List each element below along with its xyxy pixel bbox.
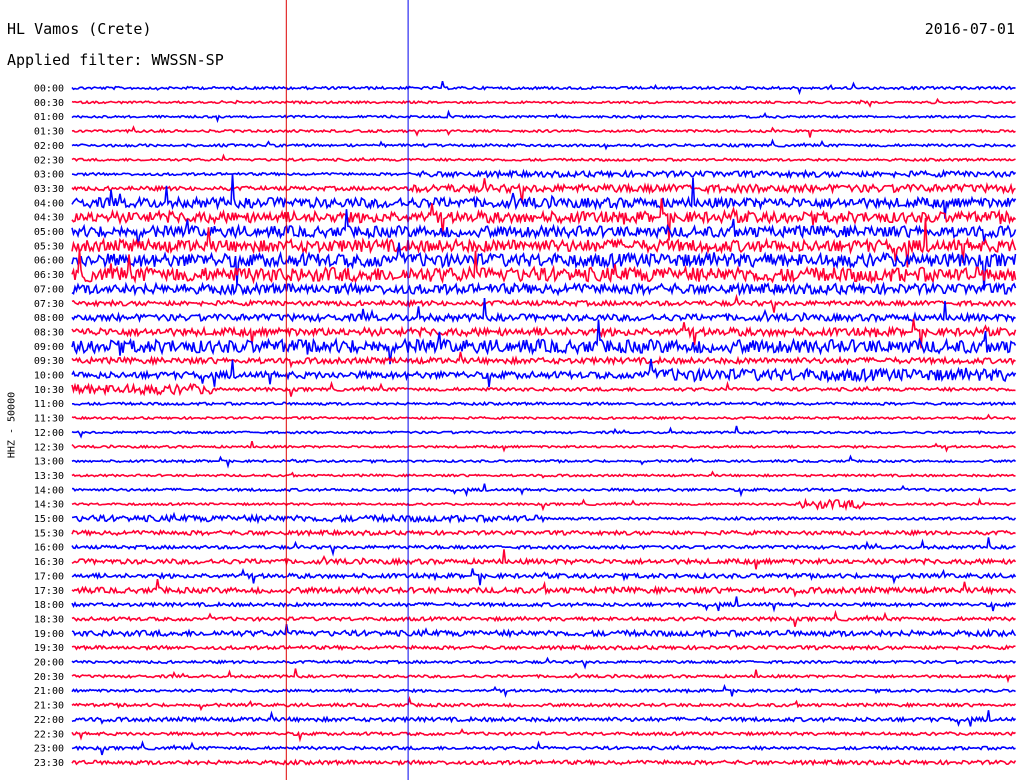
time-tick-label: 01:00 bbox=[34, 112, 64, 123]
time-tick-label: 21:30 bbox=[34, 701, 64, 712]
time-tick-label: 19:00 bbox=[34, 629, 64, 640]
trace-row bbox=[71, 740, 1016, 756]
trace-row bbox=[71, 80, 1016, 96]
trace-row bbox=[71, 710, 1017, 727]
time-tick-label: 03:30 bbox=[34, 184, 64, 195]
time-tick-label: 01:30 bbox=[34, 127, 64, 138]
trace-row bbox=[71, 97, 1016, 108]
trace-row bbox=[71, 358, 1017, 388]
trace-row bbox=[71, 528, 1016, 538]
trace-row bbox=[71, 109, 1016, 124]
filter-label: Applied filter: WWSSN-SP bbox=[7, 51, 224, 69]
trace-row bbox=[71, 623, 1017, 639]
trace-row bbox=[71, 351, 1016, 369]
trace-row bbox=[71, 668, 1016, 684]
trace-row bbox=[71, 567, 1017, 586]
time-tick-label: 05:00 bbox=[34, 227, 64, 238]
time-tick-label: 16:00 bbox=[34, 543, 64, 554]
time-tick-label: 14:00 bbox=[34, 485, 64, 496]
time-tick-label: 19:30 bbox=[34, 643, 64, 654]
trace-row bbox=[72, 400, 1017, 407]
trace-row bbox=[71, 138, 1016, 151]
time-tick-label: 22:00 bbox=[34, 715, 64, 726]
time-tick-label: 16:30 bbox=[34, 557, 64, 568]
trace-row bbox=[71, 578, 1017, 598]
trace-row bbox=[71, 319, 1017, 365]
time-tick-label: 00:00 bbox=[34, 84, 64, 95]
time-tick-label: 08:00 bbox=[34, 313, 64, 324]
station-title: HL Vamos (Crete) bbox=[7, 20, 152, 38]
trace-row bbox=[71, 537, 1016, 557]
trace-row bbox=[71, 454, 1017, 469]
trace-row bbox=[71, 695, 1017, 712]
trace-row bbox=[71, 173, 1017, 219]
trace-row bbox=[71, 656, 1017, 670]
trace-row bbox=[71, 441, 1016, 453]
time-tick-label: 21:00 bbox=[34, 686, 64, 697]
time-tick-label: 03:00 bbox=[34, 170, 64, 181]
time-tick-label: 10:30 bbox=[34, 385, 64, 396]
trace-row bbox=[71, 483, 1016, 498]
trace-row bbox=[71, 470, 1016, 479]
time-tick-label: 15:30 bbox=[34, 528, 64, 539]
helicorder-plot: 00:00 00:30 01:00 01:30 02:00 02:30 03:00 03:30… bbox=[34, 0, 1017, 780]
channel-scale-label: HHZ - 50000 bbox=[6, 391, 18, 459]
time-tick-label: 02:30 bbox=[34, 155, 64, 166]
time-tick-label: 06:00 bbox=[34, 256, 64, 267]
trace-row bbox=[71, 413, 1017, 421]
date-label: 2016-07-01 bbox=[924, 20, 1015, 38]
time-tick-label: 20:30 bbox=[34, 672, 64, 683]
time-tick-label: 04:30 bbox=[34, 213, 64, 224]
trace-row bbox=[71, 125, 1016, 138]
time-tick-label: 02:00 bbox=[34, 141, 64, 152]
time-tick-label: 06:30 bbox=[34, 270, 64, 281]
time-tick-label: 17:00 bbox=[34, 571, 64, 582]
time-tick-label: 23:30 bbox=[34, 758, 64, 769]
trace-row bbox=[71, 727, 1016, 743]
time-tick-label: 04:00 bbox=[34, 198, 64, 209]
trace-group bbox=[71, 80, 1017, 767]
trace-row bbox=[71, 168, 1017, 180]
time-tick-label: 07:00 bbox=[34, 284, 64, 295]
time-tick-label: 09:00 bbox=[34, 342, 64, 353]
time-tick-label: 13:00 bbox=[34, 457, 64, 468]
time-tick-label: 17:30 bbox=[34, 586, 64, 597]
time-tick-label: 20:00 bbox=[34, 658, 64, 669]
trace-row bbox=[71, 549, 1017, 570]
time-tick-label: 11:30 bbox=[34, 414, 64, 425]
trace-row bbox=[71, 497, 1016, 512]
time-tick-label: 23:00 bbox=[34, 744, 64, 755]
trace-row bbox=[71, 281, 1017, 297]
trace-row bbox=[71, 153, 1016, 163]
time-tick-label: 12:00 bbox=[34, 428, 64, 439]
trace-row bbox=[71, 644, 1016, 652]
time-tick-label: 18:00 bbox=[34, 600, 64, 611]
time-tick-label: 00:30 bbox=[34, 98, 64, 109]
trace-row bbox=[71, 609, 1016, 627]
time-tick-label: 09:30 bbox=[34, 356, 64, 367]
time-tick-label: 05:30 bbox=[34, 241, 64, 252]
time-tick-label: 14:30 bbox=[34, 500, 64, 511]
trace-row bbox=[71, 511, 1017, 525]
time-tick-label: 11:00 bbox=[34, 399, 64, 410]
time-tick-label: 07:30 bbox=[34, 299, 64, 310]
time-tick-label: 12:30 bbox=[34, 442, 64, 453]
time-tick-label: 08:30 bbox=[34, 327, 64, 338]
time-tick-labels: 00:00 00:30 01:00 01:30 02:00 02:30 03:00 03:30… bbox=[34, 84, 64, 769]
trace-row bbox=[71, 425, 1016, 439]
trace-row bbox=[71, 293, 1017, 313]
time-tick-label: 13:30 bbox=[34, 471, 64, 482]
time-tick-label: 18:30 bbox=[34, 614, 64, 625]
time-tick-label: 15:00 bbox=[34, 514, 64, 525]
trace-row bbox=[71, 596, 1017, 613]
trace-row bbox=[71, 758, 1017, 767]
time-tick-label: 10:00 bbox=[34, 371, 64, 382]
time-tick-label: 22:30 bbox=[34, 729, 64, 740]
trace-row bbox=[71, 683, 1016, 698]
